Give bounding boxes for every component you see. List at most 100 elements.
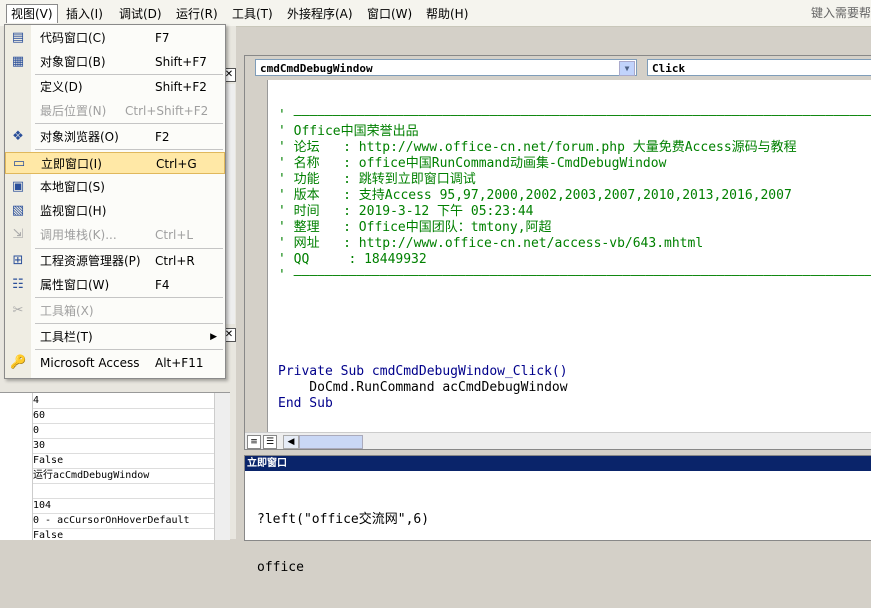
code-window-icon: ▤: [11, 30, 25, 45]
code-line: ' ——————————————————————————————————————…: [278, 108, 871, 123]
immediate-window-editor[interactable]: ?left("office交流网",6) office: [257, 480, 429, 608]
toolbox-icon: ✂: [12, 303, 24, 318]
menu-item[interactable]: 🔑 Microsoft Access Alt+F11: [5, 352, 225, 374]
full-module-view-icon[interactable]: ☰: [263, 435, 277, 449]
menu-separator: [35, 149, 223, 150]
chevron-down-icon[interactable]: ▼: [619, 61, 635, 76]
procedure-view-icon[interactable]: ≡: [247, 435, 261, 449]
menu-bar: 视图(V) 插入(I) 调试(D) 运行(R) 工具(T) 外接程序(A) 窗口…: [0, 0, 871, 27]
menu-item-shortcut: F7: [155, 31, 170, 45]
code-line: DoCmd.RunCommand acCmdDebugWindow: [278, 380, 568, 395]
code-line: ' 名称 : office中国RunCommand动画集-CmdDebugWin…: [278, 156, 667, 171]
menu-item-shortcut: Shift+F7: [155, 55, 207, 69]
menu-window[interactable]: 窗口(W): [363, 5, 416, 23]
object-combo[interactable]: cmdCmdDebugWindow ▼: [255, 59, 637, 76]
menu-separator: [35, 349, 223, 350]
menu-tools[interactable]: 工具(T): [228, 5, 277, 23]
immediate-window: 立即窗口 ?left("office交流网",6) office: [244, 455, 871, 575]
object-browser-icon: ❖: [12, 129, 24, 144]
property-row[interactable]: 4: [0, 393, 214, 409]
code-editor[interactable]: ' ——————————————————————————————————————…: [278, 108, 871, 412]
menu-item[interactable]: ▤ 代码窗口(C) F7: [5, 27, 225, 49]
menu-run[interactable]: 运行(R): [172, 5, 222, 23]
property-row[interactable]: [0, 483, 214, 499]
scroll-thumb[interactable]: [299, 435, 363, 449]
property-value[interactable]: False: [33, 528, 63, 540]
menu-item-shortcut: Ctrl+L: [155, 228, 194, 242]
property-value[interactable]: False: [33, 453, 63, 468]
property-value[interactable]: 0: [33, 423, 39, 438]
properties-window-icon: ☷: [12, 277, 24, 292]
call-stack-icon: ⇲: [12, 227, 24, 242]
menu-item-shortcut: F4: [155, 278, 170, 292]
menu-debug[interactable]: 调试(D): [115, 5, 166, 23]
code-window-header: cmdCmdDebugWindow ▼ Click: [245, 56, 871, 80]
menu-separator: [35, 123, 223, 124]
menu-item[interactable]: ▣ 本地窗口(S): [5, 176, 225, 198]
property-row[interactable]: 0: [0, 423, 214, 439]
menu-item[interactable]: ❖ 对象浏览器(O) F2: [5, 126, 225, 148]
property-value[interactable]: 0 - acCursorOnHoverDefault: [33, 513, 190, 528]
menu-item[interactable]: ⊞ 工程资源管理器(P) Ctrl+R: [5, 250, 225, 272]
property-row[interactable]: 0 - acCursorOnHoverDefault: [0, 513, 214, 529]
menu-item[interactable]: ▭ 立即窗口(I) Ctrl+G: [5, 152, 225, 174]
property-row[interactable]: False: [0, 453, 214, 469]
menu-item-label: 工具箱(X): [40, 304, 94, 318]
menu-item-shortcut: Ctrl+R: [155, 254, 195, 268]
menu-addins[interactable]: 外接程序(A): [283, 5, 357, 23]
property-value[interactable]: 104: [33, 498, 51, 513]
procedure-combo[interactable]: Click: [647, 59, 871, 76]
code-horizontal-scrollbar[interactable]: ≡ ☰ ◀: [245, 432, 871, 449]
menu-item[interactable]: 工具栏(T) ▶: [5, 326, 225, 348]
property-value[interactable]: 运行acCmdDebugWindow: [33, 468, 149, 483]
menu-item[interactable]: ▦ 对象窗口(B) Shift+F7: [5, 51, 225, 73]
property-row[interactable]: False: [0, 528, 214, 540]
properties-grid: 4 60 0 30 False 运行acCmdDebugWindow 104 0…: [0, 392, 230, 540]
property-value[interactable]: 4: [33, 393, 39, 408]
menu-item[interactable]: ☷ 属性窗口(W) F4: [5, 274, 225, 296]
property-row[interactable]: 60: [0, 408, 214, 424]
object-combo-value: cmdCmdDebugWindow: [260, 62, 373, 75]
menu-item[interactable]: ✂ 工具箱(X): [5, 300, 225, 322]
menu-help[interactable]: 帮助(H): [422, 5, 472, 23]
menu-item[interactable]: ⇲ 调用堆栈(K)... Ctrl+L: [5, 224, 225, 246]
menu-item-label: 对象窗口(B): [40, 55, 106, 69]
immediate-line: office: [257, 560, 304, 575]
properties-scrollbar[interactable]: [214, 393, 230, 540]
locals-window-icon: ▣: [11, 179, 25, 194]
menu-item-shortcut: Alt+F11: [155, 356, 204, 370]
menu-item-shortcut: F2: [155, 130, 170, 144]
immediate-window-icon: ▭: [12, 156, 26, 171]
menu-item[interactable]: 定义(D) Shift+F2: [5, 76, 225, 98]
scroll-left-icon[interactable]: ◀: [283, 435, 299, 449]
menu-item-label: 监视窗口(H): [40, 204, 107, 218]
menu-insert[interactable]: 插入(I): [62, 5, 107, 23]
property-value[interactable]: 60: [33, 408, 45, 423]
immediate-window-title: 立即窗口: [245, 456, 871, 471]
menu-separator: [35, 74, 223, 75]
menu-item-label: 工程资源管理器(P): [40, 254, 141, 268]
code-gutter: [245, 80, 268, 432]
menu-item-label: 立即窗口(I): [41, 157, 102, 171]
menu-item-label: 定义(D): [40, 80, 83, 94]
property-row[interactable]: 104: [0, 498, 214, 514]
menu-separator: [35, 248, 223, 249]
menu-item-label: Microsoft Access: [40, 356, 140, 370]
property-row[interactable]: 运行acCmdDebugWindow: [0, 468, 214, 484]
help-search-input[interactable]: 键入需要帮: [811, 4, 871, 22]
object-window-icon: ▦: [11, 54, 25, 69]
immediate-line: ?left("office交流网",6): [257, 512, 430, 527]
menu-item-label: 属性窗口(W): [40, 278, 110, 292]
code-line: ' 论坛 : http://www.office-cn.net/forum.ph…: [278, 140, 797, 155]
menu-view[interactable]: 视图(V): [6, 4, 58, 23]
property-value[interactable]: 30: [33, 438, 45, 453]
menu-separator: [35, 297, 223, 298]
menu-item[interactable]: ▧ 监视窗口(H): [5, 200, 225, 222]
menu-separator: [35, 323, 223, 324]
menu-item-shortcut: Ctrl+G: [156, 157, 197, 171]
menu-item[interactable]: 最后位置(N) Ctrl+Shift+F2: [5, 100, 225, 122]
property-row[interactable]: 30: [0, 438, 214, 454]
